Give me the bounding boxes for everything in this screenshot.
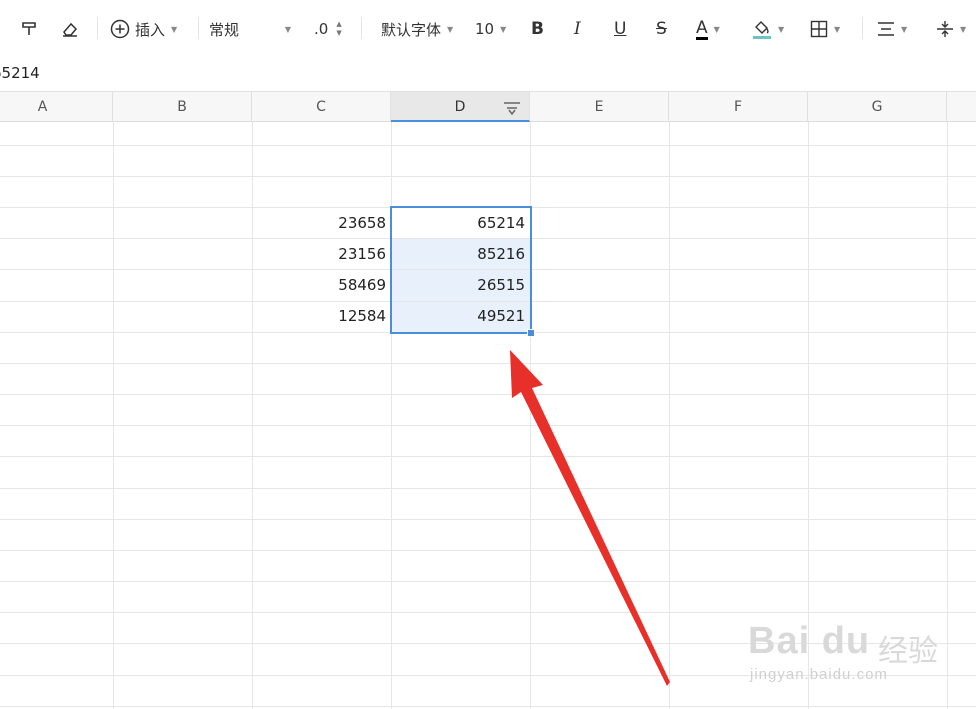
- watermark-url: jingyan.baidu.com: [750, 666, 888, 683]
- watermark-cn-text: 经验: [878, 634, 938, 669]
- baidu-jingyan-watermark: Bai du 经验 jingyan.baidu.com: [748, 600, 948, 695]
- watermark-logo-text: Bai du: [748, 620, 871, 662]
